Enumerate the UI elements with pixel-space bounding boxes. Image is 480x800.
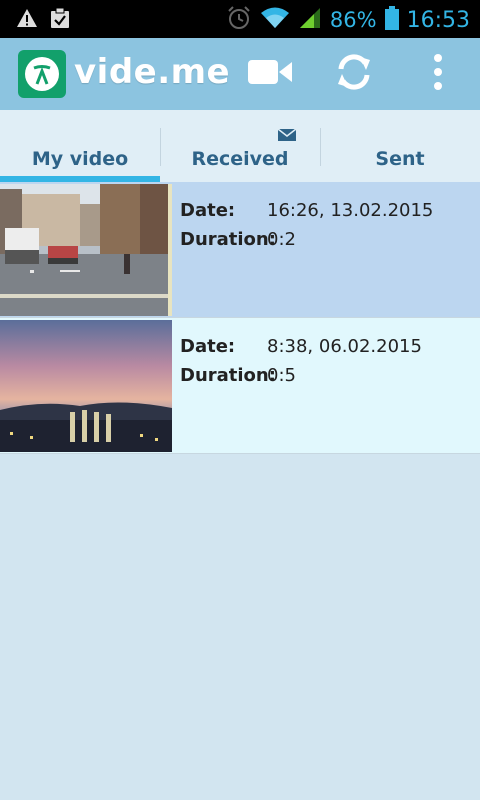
date-label: Date: [180,200,236,221]
battery-percent: 86% [329,8,377,32]
signal-icon [298,6,322,34]
duration-label: Duration: [180,229,276,250]
app-title: vide.me [74,52,231,92]
video-camera-icon [248,58,292,90]
status-bar: 86% 16:53 [0,0,480,38]
tab-bar: My video Received Sent [0,110,480,183]
mail-icon [277,126,297,145]
tab-label: Received [191,148,289,170]
refresh-icon [333,51,375,97]
record-video-button[interactable] [246,52,294,96]
refresh-button[interactable] [330,52,378,96]
video-date: 16:26, 13.02.2015 [267,200,434,221]
overflow-menu-icon [433,53,443,95]
tab-sent[interactable]: Sent [320,110,480,182]
video-date: 8:38, 06.02.2015 [267,336,422,357]
video-list: Date: 16:26, 13.02.2015 Duration: 0:2 Da… [0,182,480,454]
video-list-item[interactable]: Date: 16:26, 13.02.2015 Duration: 0:2 [0,182,480,318]
date-label: Date: [180,336,236,357]
tab-label: Sent [375,148,425,170]
tab-label: My video [31,148,129,170]
video-thumbnail [0,320,172,452]
battery-icon [384,6,399,34]
video-duration: 0:5 [267,365,296,386]
tab-my-video[interactable]: My video [0,110,160,182]
screen: 86% 16:53 vide.me My video Received Sent… [0,0,480,800]
duration-label: Duration: [180,365,276,386]
video-duration: 0:2 [267,229,296,250]
app-logo[interactable] [18,50,66,98]
alarm-icon [226,5,252,35]
overflow-menu-button[interactable] [414,52,462,96]
video-list-item[interactable]: Date: 8:38, 06.02.2015 Duration: 0:5 [0,318,480,454]
clock: 16:53 [406,7,470,33]
clipboard-check-icon [50,7,70,33]
video-thumbnail [0,184,172,316]
action-bar: vide.me [0,38,480,110]
tab-received[interactable]: Received [160,110,320,182]
wifi-icon [260,6,290,34]
warning-icon [16,8,38,32]
